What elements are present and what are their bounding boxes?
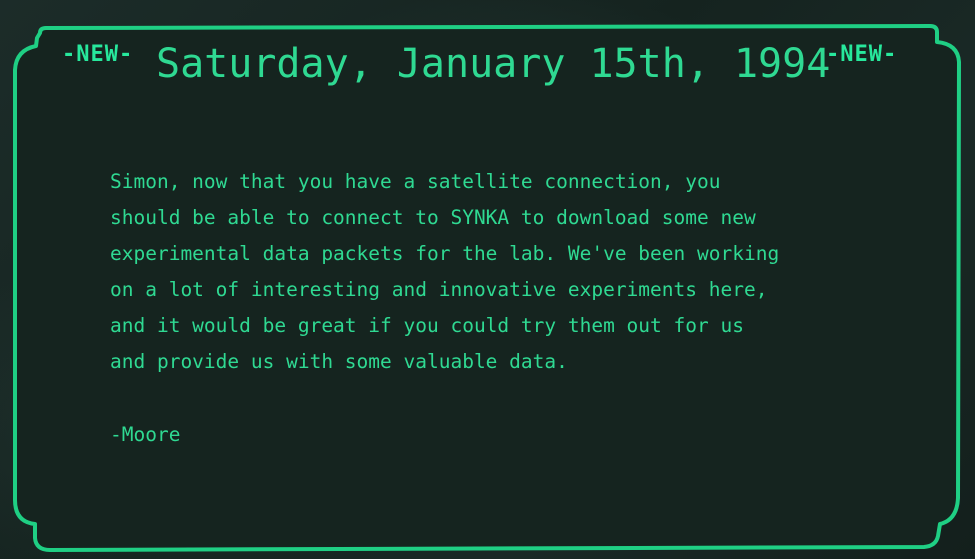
message-line: and provide us with some valuable data. [110, 350, 568, 373]
message-line: on a lot of interesting and innovative e… [110, 278, 768, 301]
new-badge-right: -NEW- [826, 42, 898, 67]
new-badge-left: -NEW- [62, 42, 134, 67]
message-line: and it would be great if you could try t… [110, 314, 744, 337]
message-signature: -Moore [110, 423, 181, 446]
message-body: Simon, now that you have a satellite con… [110, 164, 880, 380]
message-line: should be able to connect to SYNKA to do… [110, 206, 756, 229]
message-line: Simon, now that you have a satellite con… [110, 170, 721, 193]
message-line: experimental data packets for the lab. W… [110, 242, 780, 265]
message-date: Saturday, January 15th, 1994 [156, 41, 831, 87]
heading-row: -NEW- Saturday, January 15th, 1994 -NEW- [0, 38, 975, 88]
